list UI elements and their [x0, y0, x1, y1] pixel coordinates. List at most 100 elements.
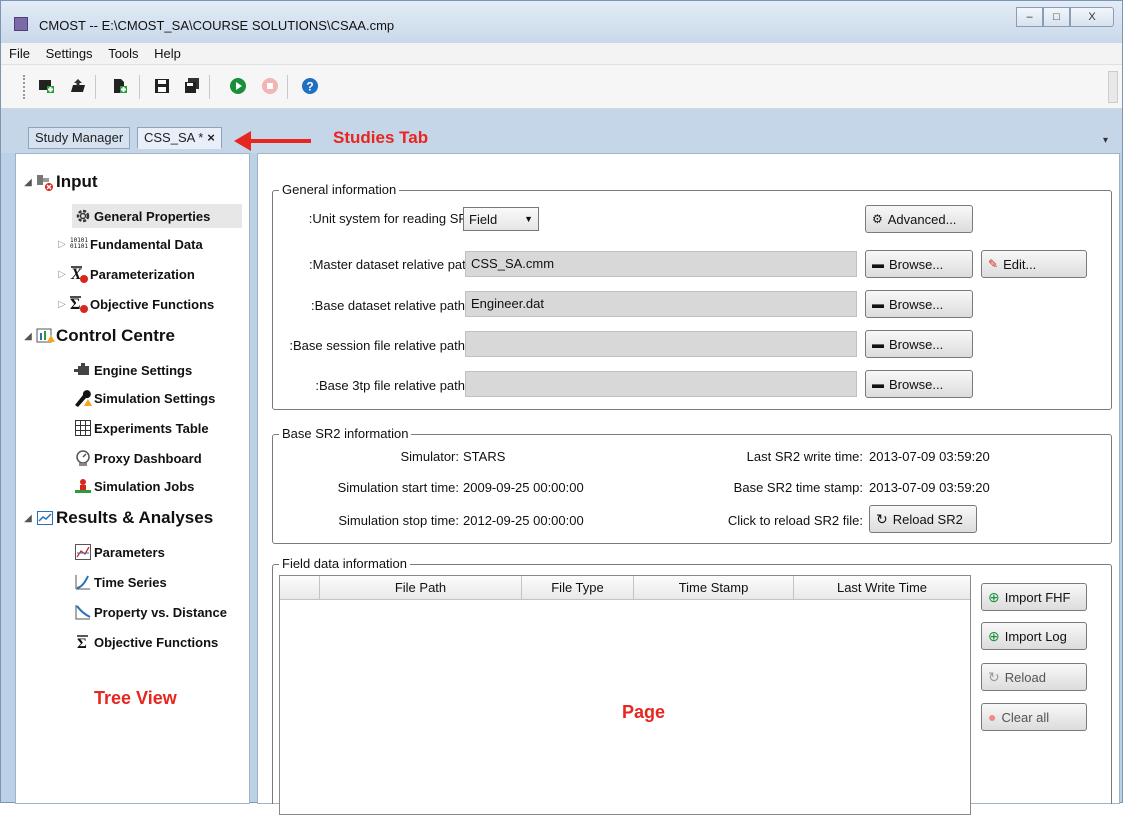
tab-study-manager[interactable]: Study Manager [28, 127, 131, 149]
tree-node-simulation-settings[interactable]: Simulation Settings [72, 388, 215, 408]
new-project-icon[interactable] [37, 77, 55, 95]
tree-node-parameterization[interactable]: ▷ X Parameterization [56, 264, 195, 284]
button-label: Import Log [1004, 628, 1067, 644]
advanced-button[interactable]: ⚙ Advanced... [865, 205, 973, 233]
sigma-icon: Σ [68, 294, 90, 314]
refresh-icon: ↻ [876, 510, 888, 527]
tree-node-objective-functions-results[interactable]: Σ Objective Functions [72, 632, 218, 652]
unit-system-select[interactable]: Field ▼ [463, 207, 539, 231]
studies-tab-strip: Study Manager CSS_SA * × ▾ [1, 109, 1122, 153]
button-label: Clear all [1001, 709, 1050, 725]
toolbar-separator [95, 75, 96, 99]
tree-label: Parameterization [90, 266, 195, 282]
tree-label: Simulation Settings [94, 390, 216, 406]
browse-base-3tp-button[interactable]: ▬ Browse... [865, 370, 973, 398]
browse-base-session-button[interactable]: ▬ Browse... [865, 330, 973, 358]
table-header: File Path File Type Time Stamp Last Writ… [280, 576, 970, 600]
unit-system-label: Unit system for reading SR2: [308, 211, 475, 226]
save-icon[interactable] [153, 77, 171, 95]
column-header-file-type[interactable]: File Type [522, 576, 634, 599]
base-dataset-input[interactable]: Engineer.dat [465, 291, 857, 317]
tree-node-control-centre[interactable]: ◢ Control Centre [22, 326, 175, 346]
button-label: Browse... [889, 376, 944, 392]
base-session-label: Base session file relative path: [289, 338, 465, 353]
tree-node-fundamental-data[interactable]: ▷ 10101 01101 Fundamental Data [56, 234, 203, 254]
reload-button[interactable]: ↻ Reload [981, 663, 1087, 691]
annotation-tree-view: Tree View [94, 688, 177, 708]
base-3tp-input[interactable] [465, 371, 857, 397]
column-header-last-write-time[interactable]: Last Write Time [794, 576, 970, 599]
open-project-icon[interactable] [69, 77, 87, 95]
toolbar-separator [287, 75, 288, 99]
expand-arrow-icon[interactable]: ◢ [22, 177, 34, 188]
help-icon[interactable]: ? [301, 77, 319, 95]
maximize-button[interactable]: □ [1043, 7, 1070, 27]
tree-node-proxy-dashboard[interactable]: Proxy Dashboard [72, 448, 202, 468]
menu-help[interactable]: Help [148, 43, 187, 64]
reload-sr2-button[interactable]: ↻ Reload SR2 [869, 505, 977, 533]
stop-icon[interactable] [261, 77, 279, 95]
menu-tools[interactable]: Tools [102, 43, 144, 64]
title-bar: CMOST -- E:\CMOST_SA\COURSE SOLUTIONS\CS… [1, 1, 1122, 43]
close-window-button[interactable]: X [1070, 7, 1114, 27]
window-title: CMOST -- E:\CMOST_SA\COURSE SOLUTIONS\CS… [39, 18, 395, 33]
clear-all-button[interactable]: ● Clear all [981, 703, 1087, 731]
app-window: CMOST -- E:\CMOST_SA\COURSE SOLUTIONS\CS… [0, 0, 1123, 815]
tab-css-sa[interactable]: CSS_SA * × [137, 127, 222, 149]
column-header-time-stamp[interactable]: Time Stamp [634, 576, 794, 599]
minimize-button[interactable]: – [1016, 7, 1043, 27]
tree-node-general-properties[interactable]: General Properties [72, 204, 242, 228]
tree-label: Objective Functions [94, 634, 219, 650]
base-session-input[interactable] [465, 331, 857, 357]
tree-node-time-series[interactable]: Time Series [72, 572, 167, 592]
menu-settings[interactable]: Settings [40, 43, 99, 64]
annotation-studies-tab: Studies Tab [333, 128, 429, 147]
tree-node-parameters[interactable]: Parameters [72, 542, 165, 562]
add-circle-icon: ⊕ [988, 588, 1000, 605]
toolbar-overflow[interactable] [1108, 71, 1118, 103]
menu-file[interactable]: File [3, 43, 36, 64]
tabs-dropdown-icon[interactable]: ▾ [1103, 135, 1108, 146]
last-write-value: 2013-07-09 03:59:20 [869, 449, 990, 464]
import-log-button[interactable]: ⊕ Import Log [981, 622, 1087, 650]
toolbar: ? [1, 65, 1122, 109]
button-label: Browse... [889, 256, 944, 272]
toolbar-grip[interactable] [23, 75, 26, 99]
results-chart-icon [34, 508, 56, 528]
folder-icon: ▬ [872, 297, 884, 311]
tree-node-simulation-jobs[interactable]: Simulation Jobs [72, 476, 194, 496]
tree-label: Parameters [94, 544, 165, 560]
tree-node-input[interactable]: ◢ Input [22, 172, 98, 192]
tree-label: Control Centre [56, 326, 175, 345]
tree-label: Simulation Jobs [94, 478, 195, 494]
tree-node-property-vs-distance[interactable]: Property vs. Distance [72, 602, 227, 622]
expand-arrow-icon[interactable]: ◢ [22, 331, 34, 342]
app-icon [14, 17, 28, 31]
column-header-select[interactable] [280, 576, 320, 599]
add-file-icon[interactable] [111, 77, 129, 95]
run-icon[interactable] [229, 77, 247, 95]
collapse-arrow-icon[interactable]: ▷ [56, 269, 68, 280]
collapse-arrow-icon[interactable]: ▷ [56, 299, 68, 310]
refresh-icon: ↻ [988, 668, 1000, 685]
time-stamp-label: Base SR2 time stamp: [733, 480, 863, 495]
browse-master-button[interactable]: ▬ Browse... [865, 250, 973, 278]
edit-button[interactable]: ✎ Edit... [981, 250, 1087, 278]
tree-label: Results & Analyses [56, 508, 214, 527]
import-fhf-button[interactable]: ⊕ Import FHF [981, 583, 1087, 611]
close-tab-icon[interactable]: × [207, 130, 215, 145]
sigma-icon: Σ [72, 632, 94, 652]
master-dataset-input[interactable]: CSS_SA.cmm [465, 251, 857, 277]
tree-node-experiments-table[interactable]: Experiments Table [72, 418, 209, 438]
time-stamp-value: 2013-07-09 03:59:20 [869, 480, 990, 495]
base-sr2-information-group: Base SR2 information Simulator: STARS Si… [272, 426, 1112, 544]
save-all-icon[interactable] [183, 77, 201, 95]
tree-node-engine-settings[interactable]: Engine Settings [72, 360, 192, 380]
tree-node-results-analyses[interactable]: ◢ Results & Analyses [22, 508, 213, 528]
column-header-file-path[interactable]: File Path [320, 576, 522, 599]
browse-base-dataset-button[interactable]: ▬ Browse... [865, 290, 973, 318]
tab-label: CSS_SA * [144, 130, 204, 145]
tree-node-objective-functions[interactable]: ▷ Σ Objective Functions [56, 294, 214, 314]
collapse-arrow-icon[interactable]: ▷ [56, 239, 68, 250]
expand-arrow-icon[interactable]: ◢ [22, 513, 34, 524]
